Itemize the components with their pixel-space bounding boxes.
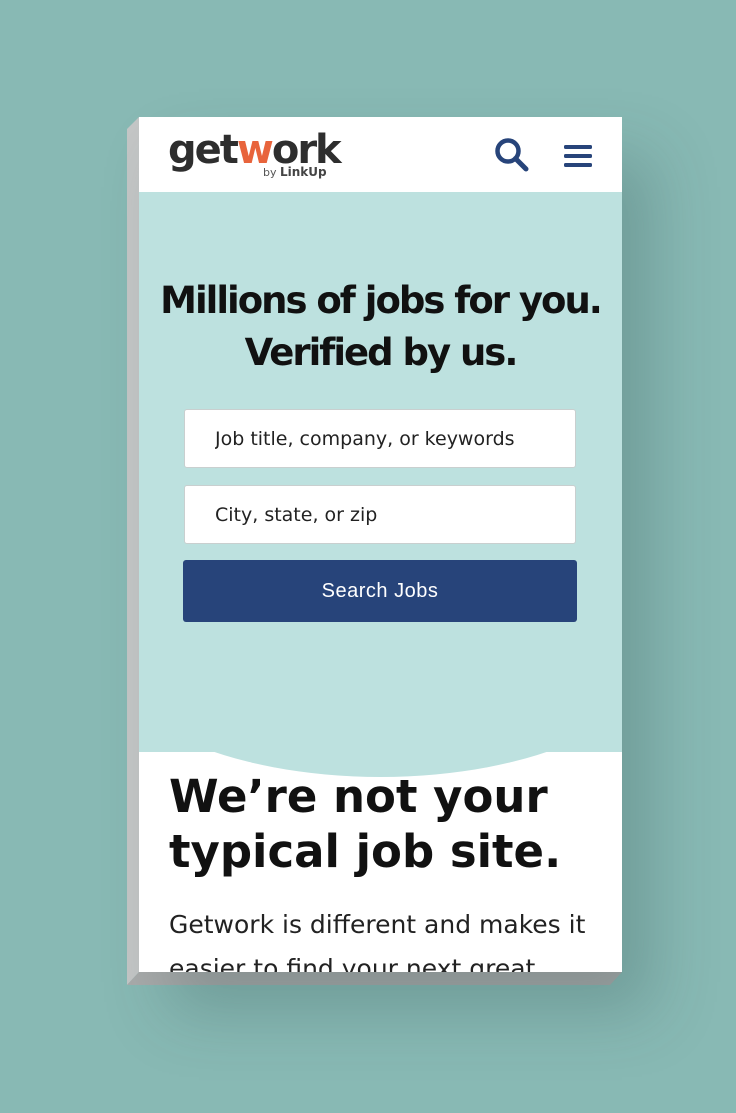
device-side-left [127,117,139,985]
keywords-input[interactable] [184,409,576,468]
logo-linkup: LinkUp [280,165,327,179]
hamburger-menu-icon[interactable] [562,141,594,171]
site-header: getw/ork by LinkUp [139,117,622,192]
logo-byline: by LinkUp [263,165,327,180]
section-title: We’re not your typical job site. [169,770,562,878]
search-jobs-button[interactable]: Search Jobs [183,560,577,622]
search-icon[interactable] [494,137,530,173]
logo-text-start: getw [168,127,274,173]
phone-screen: getw/ork by LinkUp Millions of jobs for … [139,117,622,972]
logo-by: by [263,166,277,179]
hero-headline: Millions of jobs for you. Verified by us… [139,275,622,379]
section-text: Getwork is different and makes it easier… [169,910,586,972]
hero-headline-line1: Millions of jobs for you. [160,279,603,322]
device-frame: getw/ork by LinkUp Millions of jobs for … [127,117,622,985]
device-side-bottom [127,972,622,985]
location-input[interactable] [184,485,576,544]
hero-headline-line2: Verified by us. [244,331,519,374]
hero-curve [139,647,622,777]
